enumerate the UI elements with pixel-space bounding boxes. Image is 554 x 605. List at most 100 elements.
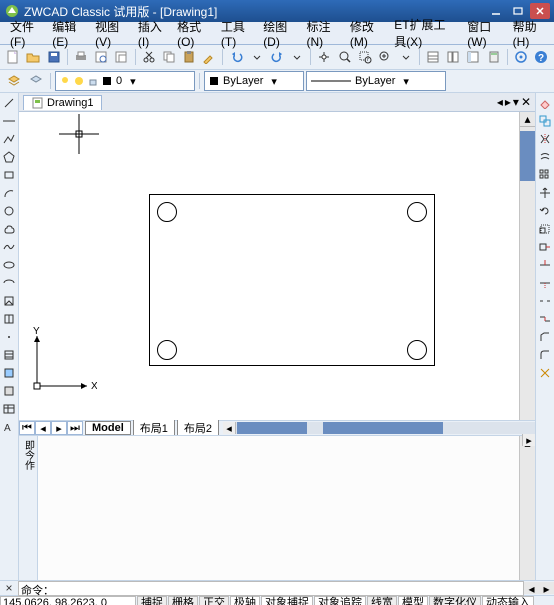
cut-icon[interactable] xyxy=(139,47,157,67)
erase-icon[interactable] xyxy=(537,95,553,111)
menu-draw[interactable]: 绘图(D) xyxy=(257,16,300,51)
calc-icon[interactable] xyxy=(484,47,502,67)
clean-screen-icon[interactable] xyxy=(512,47,530,67)
polyline-icon[interactable] xyxy=(1,131,17,147)
status-osnap[interactable]: 对象捕捉 xyxy=(261,596,313,605)
publish-icon[interactable] xyxy=(112,47,130,67)
table-icon[interactable] xyxy=(1,401,17,417)
tool-palettes-icon[interactable] xyxy=(464,47,482,67)
stretch-icon[interactable] xyxy=(537,239,553,255)
menu-insert[interactable]: 插入(I) xyxy=(132,16,171,51)
command-log[interactable] xyxy=(38,436,519,580)
redo-icon[interactable] xyxy=(268,47,286,67)
zoom-dropdown-icon[interactable] xyxy=(396,47,414,67)
point-icon[interactable] xyxy=(1,329,17,345)
rotate-icon[interactable] xyxy=(537,203,553,219)
pan-icon[interactable] xyxy=(315,47,333,67)
command-input[interactable]: 命令： xyxy=(18,581,524,596)
menu-modify[interactable]: 修改(M) xyxy=(344,16,388,51)
tab-close-icon[interactable]: ✕ xyxy=(521,95,531,109)
status-polar[interactable]: 极轴 xyxy=(230,596,260,605)
print-preview-icon[interactable] xyxy=(92,47,110,67)
gradient-icon[interactable] xyxy=(1,365,17,381)
array-icon[interactable] xyxy=(537,167,553,183)
menu-help[interactable]: 帮助(H) xyxy=(507,16,550,51)
polygon-icon[interactable] xyxy=(1,149,17,165)
break-icon[interactable] xyxy=(537,293,553,309)
undo-icon[interactable] xyxy=(227,47,245,67)
mtext-icon[interactable]: A xyxy=(1,419,17,435)
menu-edit[interactable]: 编辑(E) xyxy=(46,16,89,51)
status-dyn[interactable]: 动态输入 xyxy=(482,596,534,605)
linetype-combo[interactable]: ByLayer ▾ xyxy=(306,71,446,91)
scale-icon[interactable] xyxy=(537,221,553,237)
move-icon[interactable] xyxy=(537,185,553,201)
fillet-icon[interactable] xyxy=(537,347,553,363)
open-icon[interactable] xyxy=(24,47,42,67)
menu-dim[interactable]: 标注(N) xyxy=(301,16,344,51)
undo-dropdown-icon[interactable] xyxy=(248,47,266,67)
status-ortho[interactable]: 正交 xyxy=(199,596,229,605)
save-icon[interactable] xyxy=(45,47,63,67)
line-icon[interactable] xyxy=(1,95,17,111)
explode-icon[interactable] xyxy=(537,365,553,381)
status-model[interactable]: 模型 xyxy=(398,596,428,605)
menu-view[interactable]: 视图(V) xyxy=(89,16,132,51)
redo-dropdown-icon[interactable] xyxy=(288,47,306,67)
copy-obj-icon[interactable] xyxy=(537,113,553,129)
offset-icon[interactable] xyxy=(537,149,553,165)
menu-format[interactable]: 格式(O) xyxy=(171,16,215,51)
command-hscroll[interactable]: ◂▸ xyxy=(524,582,554,594)
design-center-icon[interactable] xyxy=(444,47,462,67)
tab-next-icon[interactable]: ▸ xyxy=(505,95,511,109)
document-tab[interactable]: Drawing1 xyxy=(23,95,102,110)
menu-window[interactable]: 窗口(W) xyxy=(461,16,506,51)
menu-tools[interactable]: 工具(T) xyxy=(215,16,257,51)
region-icon[interactable] xyxy=(1,383,17,399)
command-scrollbar[interactable]: ▴ xyxy=(519,436,535,580)
chamfer-icon[interactable] xyxy=(537,329,553,345)
ellipse-icon[interactable] xyxy=(1,257,17,273)
arc-icon[interactable] xyxy=(1,185,17,201)
layout-next-icon[interactable]: ▸ xyxy=(51,421,67,435)
status-otrack[interactable]: 对象追踪 xyxy=(314,596,366,605)
xline-icon[interactable] xyxy=(1,113,17,129)
block-insert-icon[interactable] xyxy=(1,293,17,309)
join-icon[interactable] xyxy=(537,311,553,327)
tab-menu-icon[interactable]: ▾ xyxy=(513,95,519,109)
spline-icon[interactable] xyxy=(1,239,17,255)
status-lweight[interactable]: 线宽 xyxy=(367,596,397,605)
mirror-icon[interactable] xyxy=(537,131,553,147)
layout-first-icon[interactable]: ⏮ xyxy=(19,421,35,435)
block-make-icon[interactable] xyxy=(1,311,17,327)
layer-prev-icon[interactable] xyxy=(26,71,46,91)
ellipse-arc-icon[interactable] xyxy=(1,275,17,291)
vertical-scrollbar[interactable]: ▴ xyxy=(519,112,535,420)
new-icon[interactable] xyxy=(4,47,22,67)
status-snap[interactable]: 捕捉 xyxy=(137,596,167,605)
revcloud-icon[interactable] xyxy=(1,221,17,237)
command-close-icon[interactable]: × xyxy=(0,581,18,595)
tab-model[interactable]: Model xyxy=(85,421,131,435)
color-combo[interactable]: ByLayer ▾ xyxy=(204,71,304,91)
rectangle-icon[interactable] xyxy=(1,167,17,183)
status-grid[interactable]: 栅格 xyxy=(168,596,198,605)
circle-icon[interactable] xyxy=(1,203,17,219)
tab-prev-icon[interactable]: ◂ xyxy=(497,95,503,109)
extend-icon[interactable] xyxy=(537,275,553,291)
coordinates-readout[interactable]: 145.0626, 98.2623, 0 xyxy=(0,596,136,605)
match-prop-icon[interactable] xyxy=(200,47,218,67)
properties-icon[interactable] xyxy=(424,47,442,67)
layout-prev-icon[interactable]: ◂ xyxy=(35,421,51,435)
menu-file[interactable]: 文件(F) xyxy=(4,16,46,51)
layer-combo[interactable]: 0 ▾ xyxy=(55,71,195,91)
copy-icon[interactable] xyxy=(160,47,178,67)
print-icon[interactable] xyxy=(72,47,90,67)
trim-icon[interactable] xyxy=(537,257,553,273)
horizontal-scrollbar[interactable]: ◂ ▸ xyxy=(223,422,535,434)
status-tablet[interactable]: 数字化仪 xyxy=(429,596,481,605)
help-icon[interactable]: ? xyxy=(532,47,550,67)
zoom-window-icon[interactable] xyxy=(356,47,374,67)
zoom-prev-icon[interactable] xyxy=(376,47,394,67)
layer-manager-icon[interactable] xyxy=(4,71,24,91)
